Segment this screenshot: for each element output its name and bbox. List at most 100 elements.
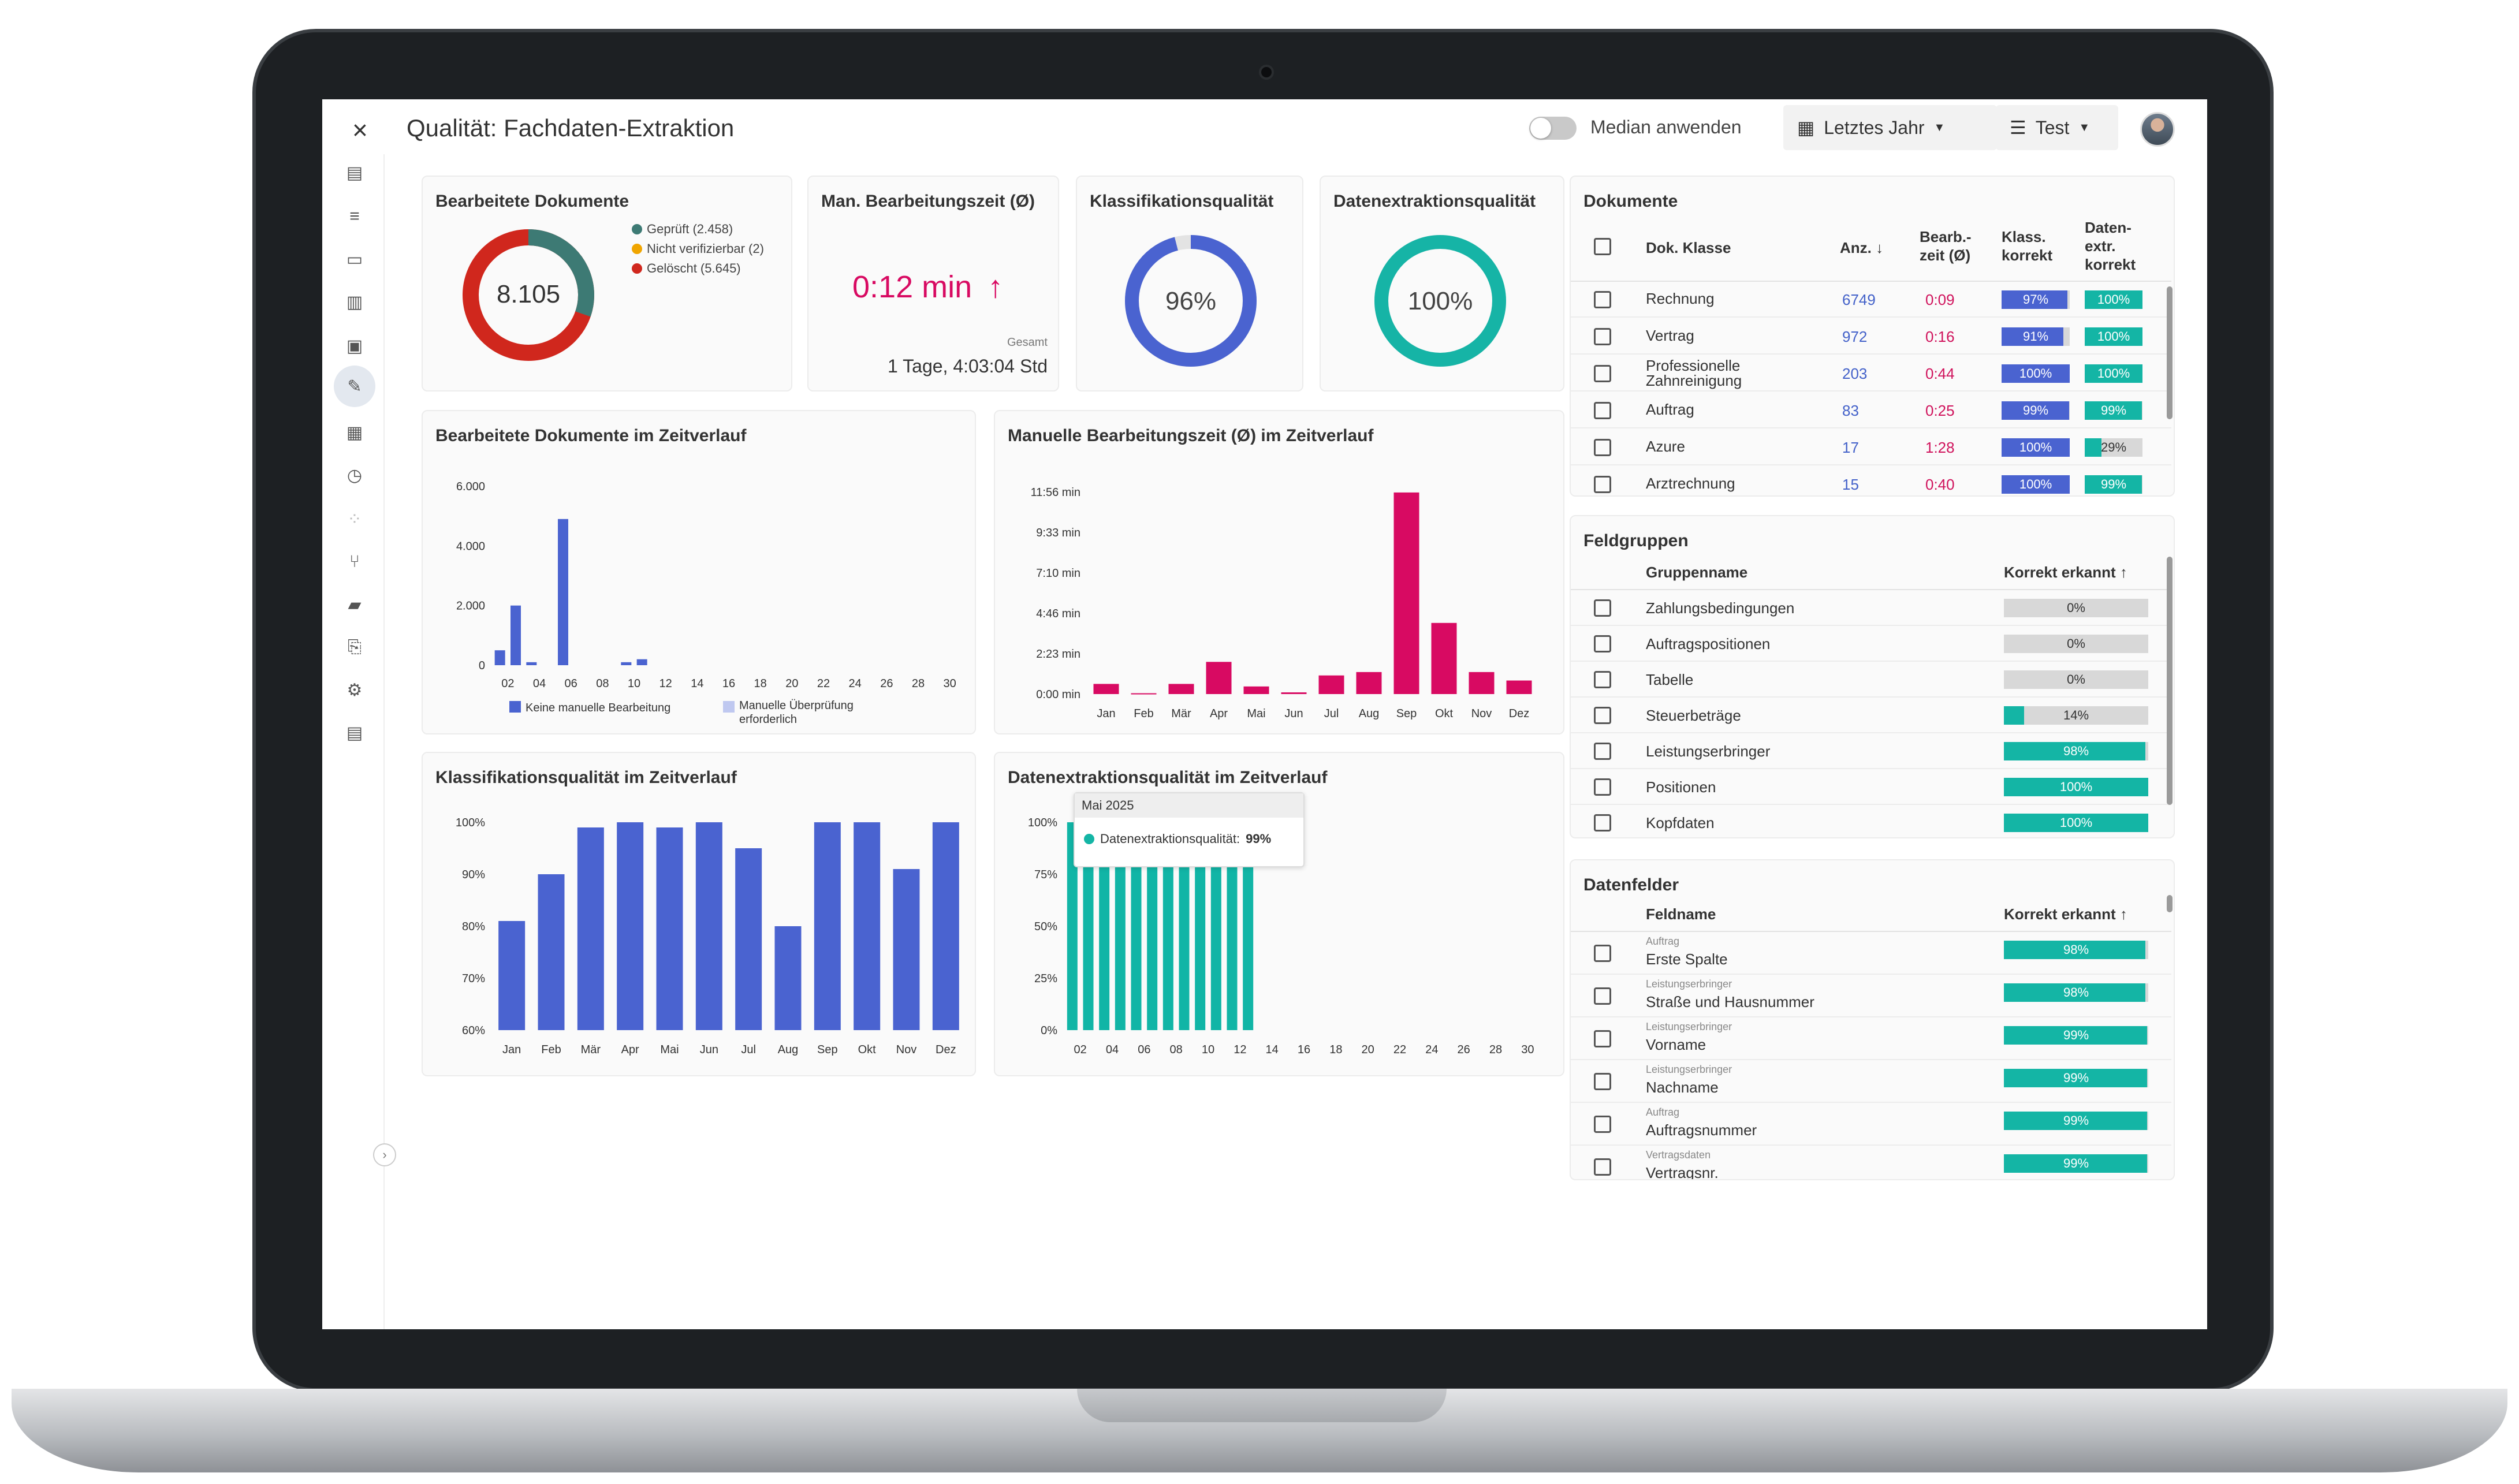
- close-icon[interactable]: ×: [352, 117, 368, 143]
- bar-chart-icon[interactable]: ▥: [342, 289, 367, 315]
- bar[interactable]: [932, 822, 959, 1030]
- col-time[interactable]: Bearb.- zeit (Ø): [1920, 228, 1972, 264]
- table-row[interactable]: Steuerbeträge 14%: [1571, 698, 2171, 733]
- chat-icon[interactable]: ▤: [342, 720, 367, 745]
- bar[interactable]: [695, 822, 722, 1030]
- row-checkbox[interactable]: [1594, 1030, 1611, 1047]
- row-checkbox[interactable]: [1594, 945, 1611, 962]
- col-doc-class[interactable]: Dok. Klasse: [1646, 239, 1731, 257]
- gear-icon[interactable]: ⚙: [342, 677, 367, 703]
- row-checkbox[interactable]: [1594, 1116, 1611, 1133]
- table-row[interactable]: Positionen 100%: [1571, 769, 2171, 805]
- median-toggle[interactable]: [1529, 117, 1577, 140]
- bar[interactable]: [1356, 672, 1382, 694]
- table-row[interactable]: Vertrag 972 0:16 91% 100%: [1571, 319, 2171, 355]
- bar[interactable]: [735, 848, 762, 1030]
- inbox-icon[interactable]: ▭: [342, 247, 367, 272]
- doc-count[interactable]: 972: [1842, 328, 1867, 346]
- quality-chart-icon[interactable]: ✎: [334, 366, 375, 407]
- period-select[interactable]: ▦ Letztes Jahr ▼: [1783, 105, 1997, 150]
- row-checkbox[interactable]: [1594, 635, 1611, 652]
- row-checkbox[interactable]: [1594, 365, 1611, 382]
- table-row[interactable]: Professionelle Zahnreinigung 203 0:44 100% 1…: [1571, 356, 2171, 391]
- col-group-name[interactable]: Gruppenname: [1646, 564, 1747, 581]
- fieldgroups-scrollbar[interactable]: [2167, 557, 2173, 805]
- row-checkbox[interactable]: [1594, 778, 1611, 796]
- bar[interactable]: [893, 869, 920, 1030]
- row-checkbox[interactable]: [1594, 987, 1611, 1005]
- grid-icon[interactable]: ⁘: [342, 506, 367, 532]
- bar[interactable]: [1431, 622, 1457, 694]
- doc-count[interactable]: 83: [1842, 402, 1859, 420]
- doc-count[interactable]: 17: [1842, 439, 1859, 457]
- bar[interactable]: [1131, 693, 1157, 695]
- row-checkbox[interactable]: [1594, 671, 1611, 688]
- table-row[interactable]: Auftrag Erste Spalte 98%: [1571, 932, 2171, 975]
- table-row[interactable]: Rechnung 6749 0:09 97% 100%: [1571, 282, 2171, 318]
- bar[interactable]: [538, 874, 565, 1030]
- doc-count[interactable]: 15: [1842, 476, 1859, 494]
- bar[interactable]: [558, 519, 568, 665]
- bar[interactable]: [498, 921, 526, 1030]
- bar[interactable]: [1243, 686, 1269, 694]
- select-all-checkbox[interactable]: [1594, 238, 1611, 255]
- bar[interactable]: [814, 822, 841, 1030]
- bar[interactable]: [1506, 680, 1532, 694]
- table-row[interactable]: Arztrechnung 15 0:40 100% 99%: [1571, 467, 2171, 495]
- table-row[interactable]: Kopfdaten 100%: [1571, 805, 2171, 837]
- bar[interactable]: [1393, 492, 1419, 694]
- doc-count[interactable]: 203: [1842, 365, 1867, 383]
- bar[interactable]: [510, 605, 521, 665]
- bar[interactable]: [1168, 684, 1194, 694]
- table-row[interactable]: Tabelle 0%: [1571, 662, 2171, 698]
- table-row[interactable]: Zahlungsbedingungen 0%: [1571, 590, 2171, 626]
- col-group-correct[interactable]: Korrekt erkannt ↑: [2004, 564, 2127, 581]
- money-icon[interactable]: ▣: [342, 333, 367, 359]
- table-row[interactable]: Azure 17 1:28 100% 29%: [1571, 430, 2171, 465]
- col-field-correct[interactable]: Korrekt erkannt ↑: [2004, 905, 2127, 923]
- bar[interactable]: [617, 822, 644, 1030]
- bar[interactable]: [1206, 662, 1232, 694]
- row-checkbox[interactable]: [1594, 743, 1611, 760]
- col-extr[interactable]: Daten-extr. korrekt: [2085, 218, 2136, 274]
- row-checkbox[interactable]: [1594, 439, 1611, 456]
- doc-count[interactable]: 6749: [1842, 291, 1876, 309]
- table-row[interactable]: Leistungserbringer 98%: [1571, 733, 2171, 769]
- bar[interactable]: [636, 659, 647, 665]
- checklist-icon[interactable]: ≡: [342, 204, 367, 229]
- branch-icon[interactable]: ⑂: [342, 549, 367, 575]
- row-checkbox[interactable]: [1594, 1158, 1611, 1176]
- row-checkbox[interactable]: [1594, 707, 1611, 724]
- col-klass[interactable]: Klass. korrekt: [2002, 228, 2052, 264]
- row-checkbox[interactable]: [1594, 402, 1611, 419]
- col-field-name[interactable]: Feldname: [1646, 905, 1716, 923]
- row-checkbox[interactable]: [1594, 599, 1611, 617]
- row-checkbox[interactable]: [1594, 1073, 1611, 1090]
- bar[interactable]: [494, 650, 505, 665]
- table-row[interactable]: Leistungserbringer Vorname 99%: [1571, 1017, 2171, 1060]
- document-icon[interactable]: ▤: [342, 160, 367, 185]
- bar[interactable]: [1093, 684, 1119, 694]
- scanner-icon[interactable]: ⎘: [342, 635, 367, 660]
- table-row[interactable]: Leistungserbringer Straße und Hausnummer 9…: [1571, 975, 2171, 1017]
- table-row[interactable]: Vertragsdaten Vertragsnr. 99%: [1571, 1146, 2171, 1179]
- table-row[interactable]: Auftrag Auftragsnummer 99%: [1571, 1103, 2171, 1146]
- row-checkbox[interactable]: [1594, 476, 1611, 493]
- table-row[interactable]: Auftrag 83 0:25 99% 99%: [1571, 393, 2171, 428]
- documents-scrollbar[interactable]: [2167, 286, 2173, 419]
- bar[interactable]: [774, 926, 802, 1030]
- report-icon[interactable]: ▦: [342, 420, 367, 445]
- table-row[interactable]: Auftragspositionen 0%: [1571, 626, 2171, 662]
- bar[interactable]: [526, 662, 537, 665]
- bar[interactable]: [1281, 692, 1307, 694]
- bar[interactable]: [1469, 672, 1495, 694]
- bar[interactable]: [577, 827, 604, 1030]
- col-count[interactable]: Anz. ↓: [1840, 239, 1883, 257]
- bar[interactable]: [854, 822, 881, 1030]
- chevron-right-icon[interactable]: ›: [373, 1143, 396, 1166]
- bar[interactable]: [621, 662, 632, 665]
- bar[interactable]: [656, 827, 683, 1030]
- row-checkbox[interactable]: [1594, 814, 1611, 832]
- row-checkbox[interactable]: [1594, 291, 1611, 308]
- clock-icon[interactable]: ◷: [342, 463, 367, 488]
